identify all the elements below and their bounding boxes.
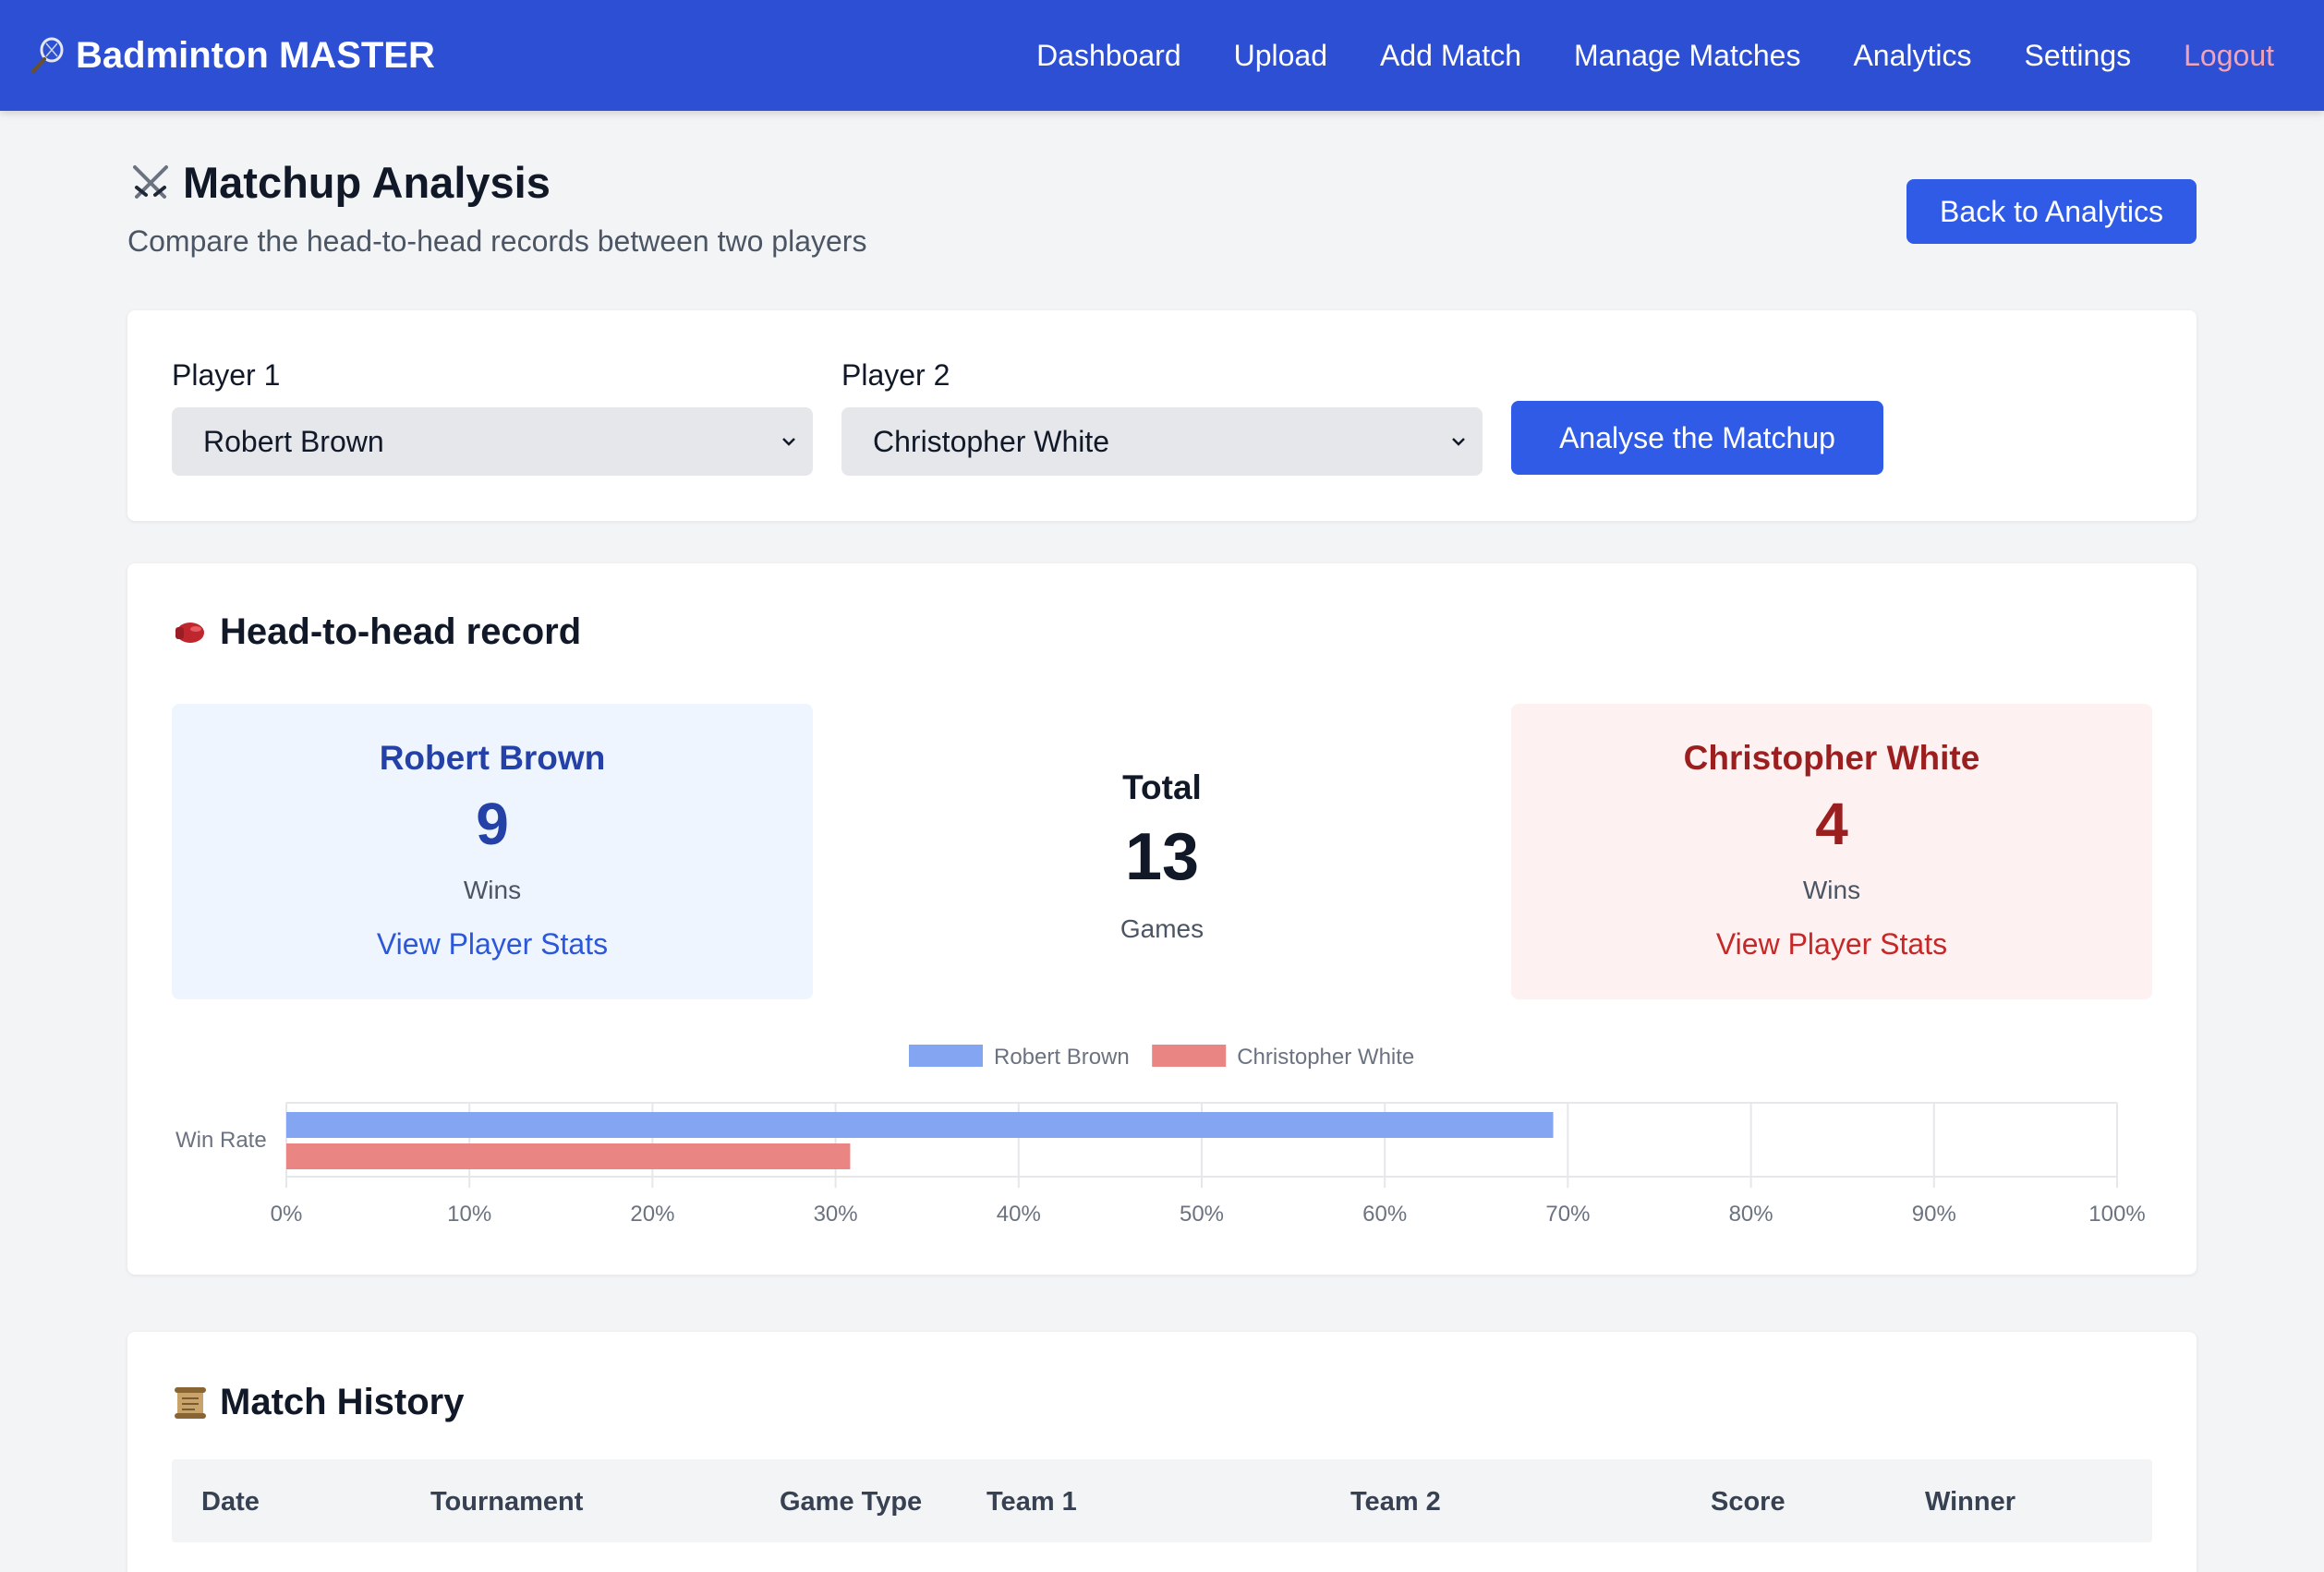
navbar: Badminton MASTER Dashboard Upload Add Ma… [0, 0, 2324, 111]
back-to-analytics-button[interactable]: Back to Analytics [1906, 179, 2197, 244]
chevron-down-icon [1452, 438, 1465, 446]
match-history-title-text: Match History [220, 1382, 465, 1422]
legend-label: Christopher White [1237, 1045, 1414, 1070]
x-tick-label: 100% [2088, 1202, 2145, 1227]
column-header-team1[interactable]: Team 1 [986, 1487, 1077, 1518]
player-selection-card: Player 1 Robert Brown Player 2 Christoph… [127, 310, 2197, 521]
page-header: Matchup Analysis Compare the head-to-hea… [127, 157, 2197, 268]
nav-upload[interactable]: Upload [1234, 39, 1327, 73]
brand[interactable]: Badminton MASTER [28, 35, 435, 77]
nav-dashboard[interactable]: Dashboard [1036, 39, 1181, 73]
brand-name: Badminton MASTER [76, 34, 435, 76]
match-history-table-header: Date Tournament Game Type Team 1 Team 2 … [172, 1459, 2152, 1542]
nav-analytics[interactable]: Analytics [1853, 39, 1971, 73]
x-tick-label: 0% [271, 1202, 303, 1227]
win-rate-chart: 0% 10% 20% 30% 40% 50% 60% 70% 80% 90% 100% Win Rat… [176, 1045, 2146, 1227]
page-subtitle: Compare the head-to-head records between… [127, 224, 867, 258]
legend-swatch [1152, 1045, 1227, 1067]
match-history-card: Match History Date Tournament Game Type … [127, 1332, 2197, 1572]
x-tick-label: 30% [814, 1202, 858, 1227]
x-tick-label: 70% [1545, 1202, 1590, 1227]
player2-field: Player 2 Christopher White [841, 358, 1483, 476]
x-tick-label: 40% [997, 1202, 1041, 1227]
column-header-date[interactable]: Date [201, 1487, 260, 1518]
player2-label: Player 2 [841, 358, 950, 392]
x-tick-label: 60% [1362, 1202, 1407, 1227]
x-tick-label: 10% [447, 1202, 491, 1227]
bar-robert-brown [286, 1112, 1554, 1138]
page-title: Matchup Analysis [127, 157, 2197, 208]
x-tick-label: 20% [630, 1202, 674, 1227]
crossed-swords-icon [133, 164, 168, 199]
chevron-down-icon [782, 438, 795, 446]
player1-field: Player 1 Robert Brown [172, 358, 813, 476]
x-tick-label: 80% [1729, 1202, 1773, 1227]
nav-logout[interactable]: Logout [2184, 39, 2274, 73]
analyse-matchup-button[interactable]: Analyse the Matchup [1511, 401, 1883, 475]
player2-select-value: Christopher White [873, 424, 1110, 458]
column-header-game-type[interactable]: Game Type [780, 1487, 922, 1518]
legend-swatch [909, 1045, 983, 1067]
head-to-head-card: Head-to-head record Robert Brown 9 Wins … [127, 563, 2197, 1275]
scroll-icon [175, 1386, 206, 1419]
badminton-racket-icon [31, 37, 64, 73]
player2-select[interactable]: Christopher White [841, 407, 1483, 476]
page-title-text: Matchup Analysis [183, 158, 551, 207]
y-category-label: Win Rate [176, 1128, 267, 1153]
column-header-team2[interactable]: Team 2 [1350, 1487, 1441, 1518]
nav-links: Dashboard Upload Add Match Manage Matche… [1036, 39, 2274, 73]
column-header-winner[interactable]: Winner [1925, 1487, 2015, 1518]
column-header-tournament[interactable]: Tournament [430, 1487, 583, 1518]
legend-label: Robert Brown [994, 1045, 1130, 1070]
match-history-title: Match History [172, 1382, 465, 1423]
nav-settings[interactable]: Settings [2025, 39, 2132, 73]
player1-select[interactable]: Robert Brown [172, 407, 813, 476]
player1-select-value: Robert Brown [203, 424, 384, 458]
x-tick-label: 50% [1180, 1202, 1224, 1227]
bar-christopher-white [286, 1143, 851, 1169]
player1-label: Player 1 [172, 358, 281, 392]
x-tick-label: 90% [1912, 1202, 1956, 1227]
column-header-score[interactable]: Score [1711, 1487, 1785, 1518]
nav-manage-matches[interactable]: Manage Matches [1574, 39, 1800, 73]
nav-add-match[interactable]: Add Match [1380, 39, 1521, 73]
